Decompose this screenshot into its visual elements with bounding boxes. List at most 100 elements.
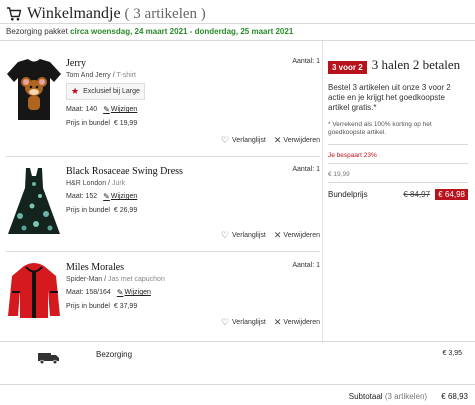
delivery-dates: circa woensdag, 24 maart 2021 - donderda… bbox=[70, 27, 294, 36]
price-label: Prijs in bundel bbox=[66, 120, 110, 127]
close-icon: ✕ bbox=[273, 317, 282, 327]
exclusive-label: Exclusief bij Large bbox=[83, 88, 140, 95]
price-value: € 26,99 bbox=[113, 207, 138, 214]
item-actions: ♡ Verlanglijst ✕ Verwijderen bbox=[221, 135, 320, 146]
product-image-hoodie[interactable] bbox=[6, 262, 62, 320]
truck-icon bbox=[38, 353, 59, 364]
remove-label: Verwijderen bbox=[283, 137, 320, 144]
size-label: Maat: 158/164 bbox=[66, 289, 111, 296]
saving-amount: € 19,99 bbox=[328, 170, 350, 178]
size-row: Maat: 152 ✎ Wijzigen bbox=[66, 192, 183, 201]
promo-description: Bestel 3 artikelen uit onze 3 voor 2 act… bbox=[328, 83, 451, 112]
size-row: Maat: 140 ✎ Wijzigen bbox=[66, 105, 145, 114]
product-image-dress[interactable] bbox=[6, 166, 62, 238]
subtotal-amount: € 68,93 bbox=[441, 392, 468, 401]
item-divider bbox=[6, 156, 320, 157]
product-name[interactable]: Miles Morales bbox=[66, 262, 165, 273]
price-label: Prijs in bundel bbox=[66, 207, 110, 214]
quantity[interactable]: Aantal: 1 bbox=[292, 166, 320, 173]
bundle-price: Prijs in bundel € 19,99 bbox=[66, 120, 145, 127]
close-icon: ✕ bbox=[273, 135, 282, 145]
promo-divider bbox=[328, 181, 468, 183]
price-value: € 37,99 bbox=[113, 303, 138, 310]
pencil-icon: ✎ bbox=[116, 288, 124, 297]
cart-icon bbox=[7, 6, 22, 20]
shipping-label: Bezorging bbox=[96, 350, 133, 359]
wishlist-button[interactable]: ♡ Verlanglijst bbox=[221, 317, 266, 328]
item-info: Black Rosaceae Swing Dress H&R London / … bbox=[66, 166, 183, 214]
wishlist-button[interactable]: ♡ Verlanglijst bbox=[221, 230, 266, 241]
delivery-prefix: Bezorging pakket bbox=[6, 27, 68, 36]
pencil-icon: ✎ bbox=[103, 192, 110, 201]
delivery-estimate: Bezorging pakket circa woensdag, 24 maar… bbox=[6, 27, 293, 36]
price-label: Prijs in bundel bbox=[66, 303, 110, 310]
promo-divider bbox=[328, 162, 468, 164]
bundle-price: Prijs in bundel € 26,99 bbox=[66, 207, 183, 214]
bundle-price-values: € 84,97 € 64,98 bbox=[403, 188, 468, 200]
cart-item: Black Rosaceae Swing Dress H&R London / … bbox=[6, 166, 320, 246]
product-category: T-shirt bbox=[116, 72, 136, 79]
promo-title: 3 halen 2 betalen bbox=[371, 57, 461, 72]
exclusive-badge: ★ Exclusief bij Large bbox=[66, 83, 145, 100]
product-name[interactable]: Jerry bbox=[66, 58, 145, 69]
remove-label: Verwijderen bbox=[283, 232, 320, 239]
edit-size-button[interactable]: ✎ Wijzigen bbox=[117, 288, 151, 297]
product-category: Jas met capuchon bbox=[108, 276, 165, 283]
close-icon: ✕ bbox=[273, 230, 282, 240]
promo-divider bbox=[328, 143, 468, 145]
pencil-icon: ✎ bbox=[103, 105, 110, 114]
wishlist-button[interactable]: ♡ Verlanglijst bbox=[221, 135, 266, 146]
product-brand[interactable]: Spider-Man bbox=[66, 276, 102, 283]
wishlist-label: Verlanglijst bbox=[232, 137, 266, 144]
quantity[interactable]: Aantal: 1 bbox=[292, 58, 320, 65]
saving-percentage: Je bespaart 23% bbox=[328, 151, 377, 159]
bundle-promo-panel: 3 voor 2 3 halen 2 betalen Bestel 3 arti… bbox=[328, 57, 468, 200]
edit-size-button[interactable]: ✎ Wijzigen bbox=[103, 105, 137, 114]
product-name[interactable]: Black Rosaceae Swing Dress bbox=[66, 166, 183, 177]
product-category: Jurk bbox=[111, 180, 126, 187]
remove-button[interactable]: ✕ Verwijderen bbox=[274, 135, 320, 146]
subtotal-label: Subtotaal bbox=[348, 392, 383, 401]
item-info: Miles Morales Spider-Man / Jas met capuc… bbox=[66, 262, 165, 310]
product-brand[interactable]: H&R London bbox=[66, 180, 106, 187]
bundle-price-row: Bundelprijs € 84,97 € 64,98 bbox=[328, 188, 468, 200]
edit-size-label: Wijzigen bbox=[110, 193, 138, 200]
edit-size-label: Wijzigen bbox=[124, 289, 151, 296]
item-actions: ♡ Verlanglijst ✕ Verwijderen bbox=[221, 317, 320, 328]
product-brand[interactable]: Tom And Jerry bbox=[66, 72, 111, 79]
edit-size-button[interactable]: ✎ Wijzigen bbox=[103, 192, 137, 201]
heart-icon: ♡ bbox=[220, 317, 230, 327]
column-divider bbox=[322, 41, 323, 341]
item-actions: ♡ Verlanglijst ✕ Verwijderen bbox=[221, 230, 320, 241]
subtotal-row: Subtotaal (3 artikelen) € 68,93 bbox=[349, 392, 468, 401]
star-icon: ★ bbox=[71, 86, 80, 96]
item-count: ( 3 artikelen ) bbox=[124, 5, 206, 22]
page-title: Winkelmandje ( 3 artikelen ) bbox=[27, 5, 206, 23]
remove-button[interactable]: ✕ Verwijderen bbox=[274, 230, 320, 241]
product-subtitle: Spider-Man / Jas met capuchon bbox=[66, 276, 165, 283]
new-price: € 64,98 bbox=[435, 188, 468, 200]
size-label: Maat: 152 bbox=[66, 193, 98, 200]
subtotal-count: (3 artikelen) bbox=[384, 392, 428, 401]
product-subtitle: Tom And Jerry / T-shirt bbox=[66, 72, 136, 79]
cart-header: Winkelmandje ( 3 artikelen ) bbox=[6, 3, 468, 24]
product-subtitle: H&R London / Jurk bbox=[66, 180, 126, 187]
size-row: Maat: 158/164 ✎ Wijzigen bbox=[66, 288, 165, 297]
header-divider bbox=[0, 23, 475, 24]
page-title-text: Winkelmandje bbox=[27, 4, 121, 22]
item-info: Jerry Tom And Jerry / T-shirt ★ Exclusie… bbox=[66, 58, 145, 127]
wishlist-label: Verlanglijst bbox=[232, 232, 266, 239]
cart-item: Jerry Tom And Jerry / T-shirt ★ Exclusie… bbox=[6, 58, 320, 148]
promo-badge: 3 voor 2 bbox=[328, 61, 367, 74]
shipping-divider bbox=[0, 341, 475, 342]
remove-label: Verwijderen bbox=[283, 319, 320, 326]
quantity[interactable]: Aantal: 1 bbox=[292, 262, 320, 269]
remove-button[interactable]: ✕ Verwijderen bbox=[274, 317, 320, 328]
edit-size-label: Wijzigen bbox=[110, 106, 138, 113]
subtotal-divider bbox=[0, 384, 475, 385]
item-divider bbox=[6, 251, 320, 252]
heart-icon: ♡ bbox=[220, 135, 230, 145]
old-price: € 84,97 bbox=[403, 189, 431, 199]
product-image-jerry[interactable] bbox=[6, 58, 62, 122]
price-value: € 19,99 bbox=[113, 120, 138, 127]
